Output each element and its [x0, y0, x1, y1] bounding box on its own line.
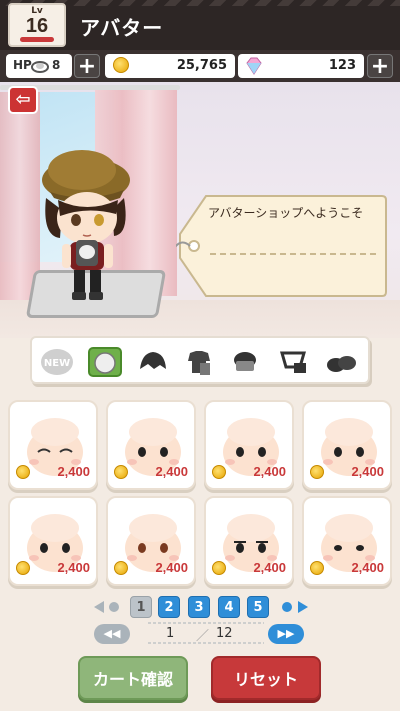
coin-icon [16, 561, 30, 575]
back-button[interactable]: ⇦ [8, 86, 38, 114]
level-value: 16 [25, 15, 49, 37]
page-title: アバター [80, 16, 164, 40]
price-value: 2,400 [155, 560, 188, 575]
coin-icon [310, 465, 324, 479]
item-price: 2,400 [304, 464, 390, 482]
page-button-1[interactable]: 1 [130, 596, 152, 618]
item-card[interactable]: 2,400 [204, 400, 294, 490]
page-button-2[interactable]: 2 [158, 596, 180, 618]
accessory-icon [280, 351, 306, 373]
welcome-message: アバターショップへようこそ [208, 206, 364, 220]
item-price: 2,400 [108, 560, 194, 578]
gem-value: 123 [328, 58, 356, 73]
item-price: 2,400 [10, 560, 96, 578]
price-value: 2,400 [351, 560, 384, 575]
prev-page-arrow-icon[interactable] [92, 598, 124, 616]
item-card[interactable]: 2,400 [204, 496, 294, 586]
page-separator: ／ [196, 629, 210, 644]
gem-display: 123 [238, 54, 364, 78]
item-card[interactable]: 2,400 [302, 496, 392, 586]
hair-icon [140, 352, 166, 369]
tab-outfit[interactable] [182, 347, 216, 377]
page-button-3[interactable]: 3 [188, 596, 210, 618]
add-hp-button[interactable]: + [74, 54, 100, 78]
add-gem-button[interactable]: + [367, 54, 393, 78]
level-badge: Lv 16 [8, 3, 66, 47]
coin-icon [212, 561, 226, 575]
page-button-4[interactable]: 4 [218, 596, 240, 618]
hp-value: 8 [52, 58, 61, 72]
item-price: 2,400 [108, 464, 194, 482]
coin-icon [114, 561, 128, 575]
price-value: 2,400 [155, 464, 188, 479]
gem-icon [246, 57, 262, 75]
tab-shoes[interactable] [324, 347, 358, 377]
item-card[interactable]: 2,400 [106, 496, 196, 586]
coin-icon [310, 561, 324, 575]
reset-button[interactable]: リセット [211, 656, 321, 700]
tab-new[interactable]: NEW [40, 347, 74, 377]
price-value: 2,400 [57, 464, 90, 479]
cart-check-button[interactable]: カート確認 [78, 656, 188, 700]
hp-ring-icon [31, 61, 49, 73]
level-progress-bar [20, 37, 54, 42]
page-button-5[interactable]: 5 [247, 596, 269, 618]
item-card[interactable]: 2,400 [106, 400, 196, 490]
coin-icon [113, 57, 129, 73]
last-page-button[interactable]: ▶▶ [268, 624, 304, 644]
avatar-character [42, 150, 130, 300]
item-card[interactable]: 2,400 [302, 400, 392, 490]
coin-icon [212, 465, 226, 479]
status-bar: HP 8 + 25,765 123 + [0, 50, 400, 82]
price-value: 2,400 [253, 464, 286, 479]
coin-icon [16, 465, 30, 479]
item-price: 2,400 [10, 464, 96, 482]
item-card[interactable]: 2,400 [8, 400, 98, 490]
shoes-icon [327, 356, 356, 372]
price-value: 2,400 [57, 560, 90, 575]
price-value: 2,400 [351, 464, 384, 479]
outfit-icon [188, 351, 210, 375]
coin-display: 25,765 [105, 54, 235, 78]
coin-value: 25,765 [176, 58, 227, 73]
tab-accessory[interactable] [276, 347, 310, 377]
price-value: 2,400 [253, 560, 286, 575]
item-price: 2,400 [304, 560, 390, 578]
first-page-button[interactable]: ◀◀ [94, 624, 130, 644]
face-icon [94, 352, 116, 374]
hat-icon [234, 352, 256, 371]
coin-icon [114, 465, 128, 479]
item-price: 2,400 [206, 464, 292, 482]
category-tab-bar: NEW [30, 336, 370, 384]
current-page: 1 [166, 626, 175, 641]
page-indicator: 1 ／ 12 [146, 622, 266, 644]
item-card[interactable]: 2,400 [8, 496, 98, 586]
hp-display: HP 8 [6, 54, 72, 78]
hp-label: HP [13, 58, 32, 72]
next-page-arrow-icon[interactable] [278, 598, 310, 616]
tab-hair[interactable] [136, 347, 170, 377]
item-price: 2,400 [206, 560, 292, 578]
new-label: NEW [44, 358, 70, 369]
tab-face[interactable] [88, 347, 122, 377]
total-pages: 12 [216, 626, 233, 641]
tab-hat[interactable] [228, 347, 262, 377]
new-badge-icon: NEW [41, 349, 73, 375]
